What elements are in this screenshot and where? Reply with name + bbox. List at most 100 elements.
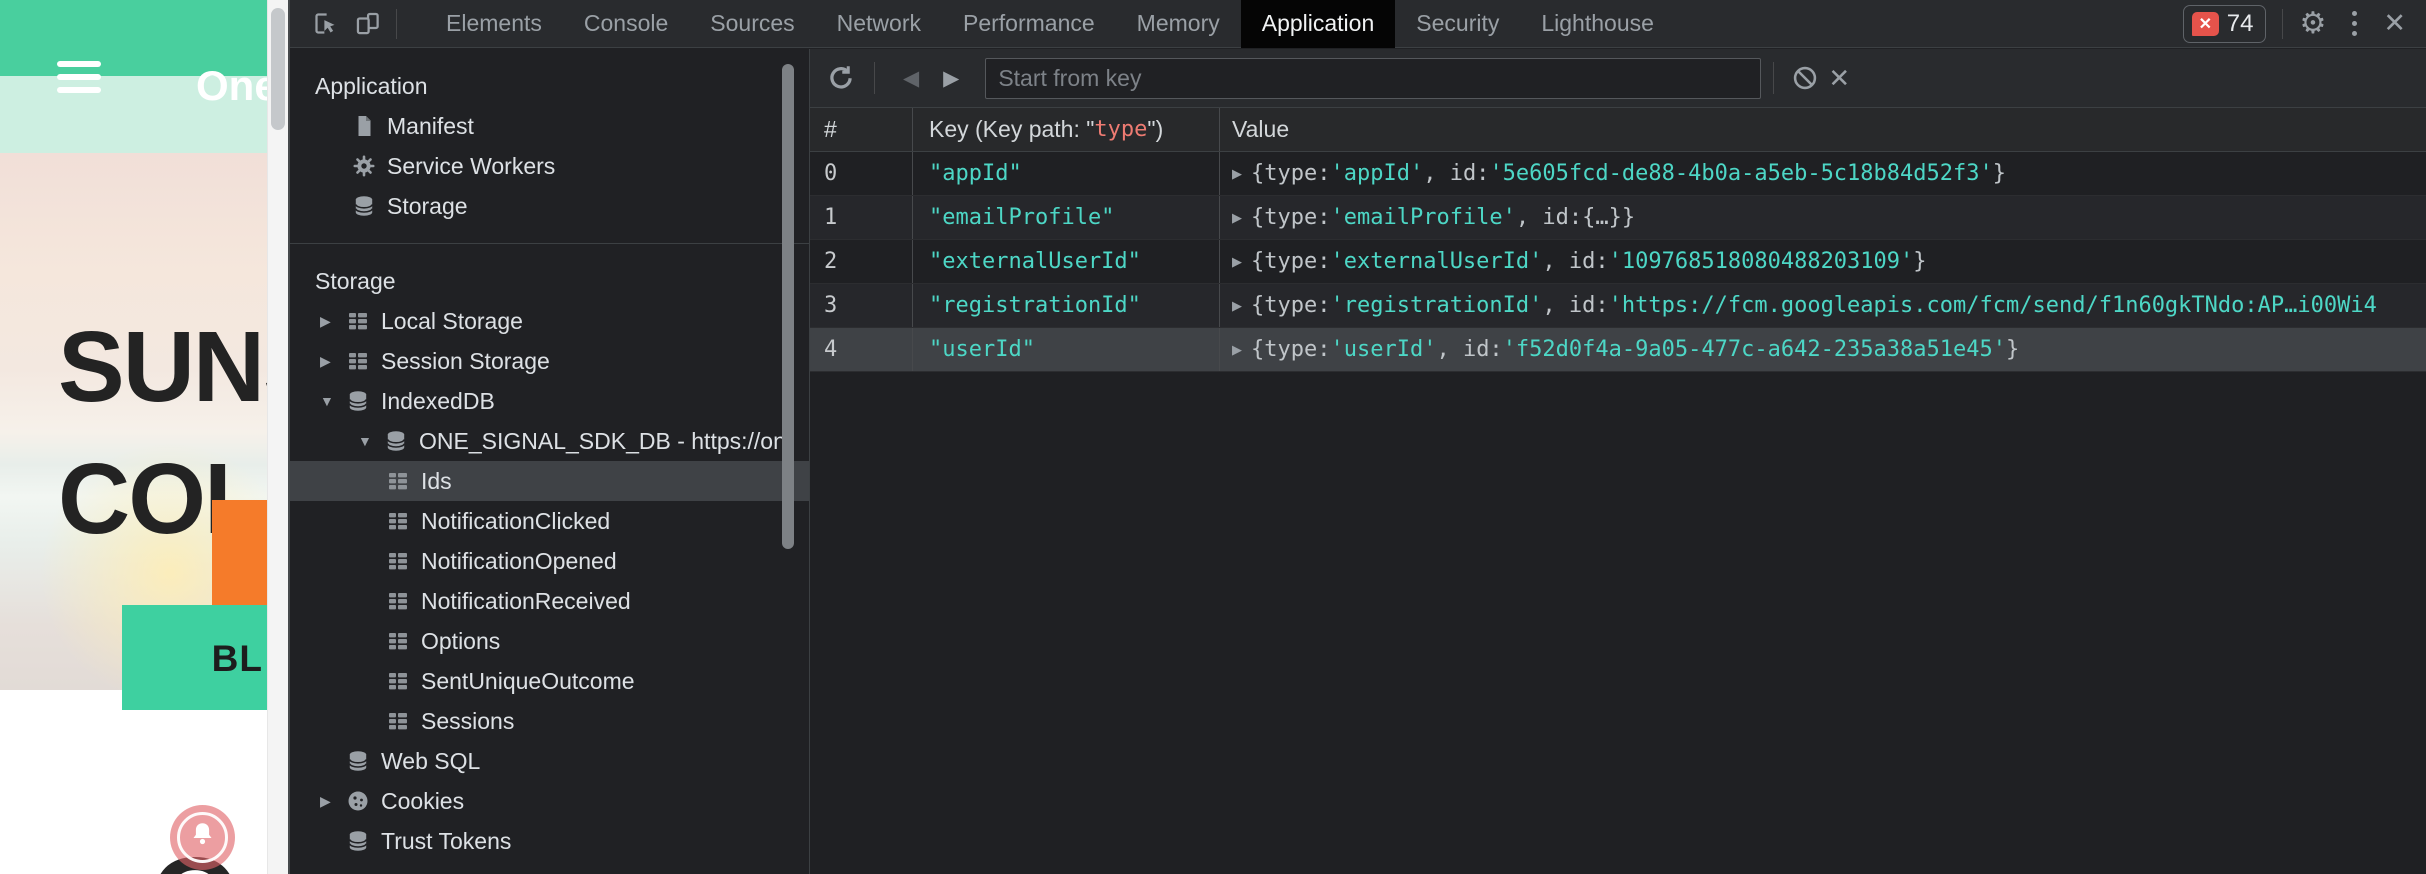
table-row[interactable]: 1 "emailProfile" ▶ {type: 'emailProfile'…	[810, 196, 2426, 240]
next-page-icon[interactable]: ▶	[931, 66, 971, 91]
section-storage: Storage	[315, 268, 396, 294]
table-row[interactable]: 3 "registrationId" ▶ {type: 'registratio…	[810, 284, 2426, 328]
expand-triangle-icon[interactable]: ▶	[1232, 254, 1242, 270]
orange-tile	[212, 500, 267, 605]
start-from-key-input[interactable]	[985, 57, 1762, 99]
application-sidebar: Application Manifest Service Workers Sto…	[290, 49, 810, 874]
site-logo[interactable]: One	[196, 62, 267, 110]
sidebar-item-web-sql[interactable]: Web SQL	[290, 741, 809, 781]
table-icon	[389, 593, 407, 610]
table-icon	[389, 553, 407, 570]
tab-memory[interactable]: Memory	[1116, 0, 1241, 48]
column-header-value[interactable]: Value	[1219, 108, 2426, 151]
sidebar-item-notificationclicked[interactable]: NotificationClicked	[290, 501, 809, 541]
file-icon	[358, 116, 371, 136]
chevron-down-icon[interactable]: ▼	[320, 393, 346, 409]
expand-triangle-icon[interactable]: ▶	[1232, 342, 1242, 358]
table-icon	[389, 633, 407, 650]
sidebar-item-sessions[interactable]: Sessions	[290, 701, 809, 741]
error-count: 74	[2226, 9, 2254, 37]
sidebar-item-one-signal-sdk-db[interactable]: ▼ ONE_SIGNAL_SDK_DB - https://on	[290, 421, 809, 461]
sidebar-item-service-workers[interactable]: Service Workers	[290, 146, 809, 186]
devtools-close-icon[interactable]: ✕	[2383, 8, 2406, 39]
page-scrollbar[interactable]	[267, 0, 288, 874]
sidebar-item-trust-tokens[interactable]: Trust Tokens	[290, 821, 809, 861]
error-badge[interactable]: ✕ 74	[2182, 4, 2267, 43]
website-preview: One SUNS COLL BL Qu	[0, 0, 267, 874]
database-icon	[348, 390, 368, 412]
table-row-selected[interactable]: 4 "userId" ▶ {type: 'userId', id: 'f52d0…	[810, 328, 2426, 372]
table-icon	[389, 513, 407, 530]
chevron-right-icon[interactable]: ▶	[320, 313, 346, 330]
device-toolbar-icon[interactable]	[352, 9, 382, 39]
tab-console[interactable]: Console	[563, 0, 689, 48]
sidebar-item-notificationopened[interactable]: NotificationOpened	[290, 541, 809, 581]
column-header-key[interactable]: Key (Key path: " type ")	[912, 108, 1219, 151]
table-icon	[349, 353, 367, 370]
database-icon	[348, 830, 368, 852]
devtools-tabs: Elements Console Sources Network Perform…	[425, 0, 1675, 48]
sidebar-item-manifest[interactable]: Manifest	[290, 106, 809, 146]
sidebar-item-local-storage[interactable]: ▶ Local Storage	[290, 301, 809, 341]
devtools-topbar: Elements Console Sources Network Perform…	[290, 0, 2426, 48]
settings-gear-icon[interactable]: ⚙	[2299, 6, 2326, 41]
sidebar-item-notificationreceived[interactable]: NotificationReceived	[290, 581, 809, 621]
chevron-right-icon[interactable]: ▶	[320, 353, 346, 370]
table-icon	[389, 713, 407, 730]
topbar-right-controls: ✕ 74 ⚙ ✕	[2182, 4, 2426, 43]
topbar-divider	[396, 8, 397, 39]
object-store-toolbar: ◀ ▶ ✕	[810, 49, 2426, 108]
screen: One SUNS COLL BL Qu Elements Console	[0, 0, 2426, 874]
expand-triangle-icon[interactable]: ▶	[1232, 166, 1242, 182]
sidebar-item-cookies[interactable]: ▶ Cookies	[290, 781, 809, 821]
prev-page-icon[interactable]: ◀	[891, 66, 931, 91]
expand-triangle-icon[interactable]: ▶	[1232, 210, 1242, 226]
table-icon	[389, 673, 407, 690]
devtools-body: Application Manifest Service Workers Sto…	[290, 49, 2426, 874]
column-header-index[interactable]: #	[810, 116, 912, 143]
tab-lighthouse[interactable]: Lighthouse	[1520, 0, 1675, 48]
key-path-token: type	[1094, 117, 1148, 142]
tab-application[interactable]: Application	[1240, 0, 1396, 48]
table-row[interactable]: 0 "appId" ▶ {type: 'appId', id: '5e605fc…	[810, 152, 2426, 196]
chevron-right-icon[interactable]: ▶	[320, 793, 346, 810]
section-application: Application	[315, 73, 428, 99]
tab-performance[interactable]: Performance	[942, 0, 1116, 48]
delete-selected-icon[interactable]: ✕	[1822, 61, 1856, 95]
indexeddb-data-panel: ◀ ▶ ✕ # Key (Key path: "type") Value 0	[810, 49, 2426, 874]
table-header: # Key (Key path: " type ") Value	[810, 108, 2426, 152]
sidebar-item-storage[interactable]: Storage	[290, 186, 809, 226]
teal-tile-label: BL	[211, 638, 263, 679]
page-scrollbar-thumb[interactable]	[271, 8, 285, 130]
gear-icon	[353, 155, 375, 177]
tab-elements[interactable]: Elements	[425, 0, 563, 48]
table-row[interactable]: 2 "externalUserId" ▶ {type: 'externalUse…	[810, 240, 2426, 284]
more-menu-icon[interactable]	[2352, 9, 2358, 39]
teal-tile[interactable]: BL	[122, 605, 267, 710]
toolbar-divider	[1773, 62, 1775, 94]
table-icon	[349, 313, 367, 330]
hamburger-menu-icon[interactable]	[57, 61, 101, 100]
expand-triangle-icon[interactable]: ▶	[1232, 298, 1242, 314]
tab-network[interactable]: Network	[816, 0, 942, 48]
chevron-down-icon[interactable]: ▼	[358, 433, 384, 449]
sidebar-item-session-storage[interactable]: ▶ Session Storage	[290, 341, 809, 381]
sidebar-item-indexeddb[interactable]: ▼ IndexedDB	[290, 381, 809, 421]
sidebar-scrollbar-thumb[interactable]	[782, 64, 794, 549]
tab-sources[interactable]: Sources	[689, 0, 815, 48]
inspect-icon[interactable]	[310, 9, 340, 39]
database-icon	[348, 750, 368, 772]
hero-title-line1: SUNS	[58, 311, 267, 423]
database-icon	[386, 430, 406, 452]
clear-object-store-icon[interactable]	[1788, 61, 1822, 95]
refresh-icon[interactable]	[824, 61, 858, 95]
notification-bell-button[interactable]	[170, 805, 235, 870]
sidebar-item-ids[interactable]: Ids	[290, 461, 809, 501]
topbar-divider	[2282, 8, 2284, 39]
sidebar-item-options[interactable]: Options	[290, 621, 809, 661]
devtools-window: Elements Console Sources Network Perform…	[288, 0, 2426, 874]
sidebar-item-sentuniqueoutcome[interactable]: SentUniqueOutcome	[290, 661, 809, 701]
cookie-icon	[348, 791, 368, 811]
tab-security[interactable]: Security	[1395, 0, 1520, 48]
toolbar-divider	[874, 62, 875, 94]
